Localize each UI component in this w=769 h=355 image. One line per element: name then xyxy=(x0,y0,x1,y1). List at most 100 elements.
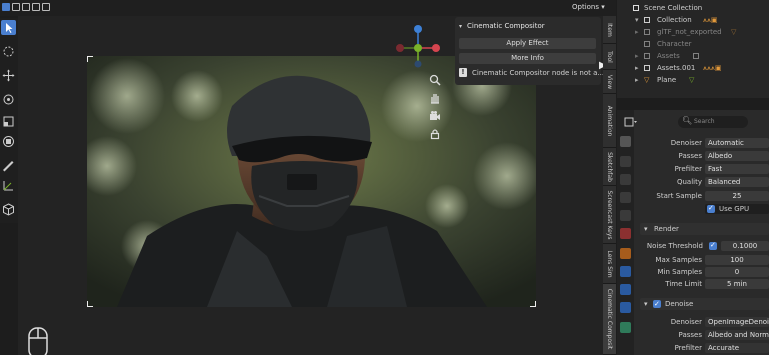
denoise-section-header[interactable]: ▾ Denoise xyxy=(640,298,769,310)
outliner-row[interactable]: ▸ Assets.001 ⩚⩚⩚▣ xyxy=(617,62,769,74)
data-tab-icon[interactable] xyxy=(620,322,631,333)
tab-item[interactable]: Item xyxy=(603,16,616,44)
properties-tabs xyxy=(617,110,634,355)
scene-collection-icon xyxy=(633,5,639,11)
frame-corner xyxy=(530,301,536,307)
frame-corner xyxy=(87,56,93,62)
noise-threshold-field[interactable]: 0.1000 xyxy=(721,241,769,251)
editor-type-icon[interactable] xyxy=(624,116,638,128)
camera-view-icon[interactable] xyxy=(428,109,442,123)
outliner-row[interactable]: ▸ ▽ Plane ▽ xyxy=(617,74,769,86)
start-sample-row: Start Sample 25 xyxy=(634,191,769,202)
collection-icon xyxy=(644,53,650,59)
output-tab-icon[interactable] xyxy=(620,174,631,185)
denoise-prefilter-select[interactable]: Accurate xyxy=(705,343,769,353)
denoise-passes-select[interactable]: Albedo and Norm xyxy=(705,330,769,340)
select-intersect-icon[interactable] xyxy=(42,3,50,11)
object-icon: ▽ xyxy=(731,28,737,36)
tab-view[interactable]: View xyxy=(603,70,616,94)
render-section-header[interactable]: ▾ Render xyxy=(640,223,769,235)
modifier-tab-icon[interactable] xyxy=(620,266,631,277)
quality-select[interactable]: Balanced xyxy=(705,177,769,187)
neg-x-axis-icon xyxy=(396,44,404,52)
tab-tool[interactable]: Tool xyxy=(603,44,616,70)
time-limit-field[interactable]: 5 min xyxy=(705,279,769,289)
select-invert-icon[interactable] xyxy=(32,3,40,11)
tab-sketchfab[interactable]: Sketchfab xyxy=(603,148,616,186)
denoise-prefilter-row: Prefilter Accurate xyxy=(634,343,769,354)
denoise-checkbox[interactable] xyxy=(653,298,661,310)
navigation-gizmo[interactable] xyxy=(390,22,450,72)
select-extend-icon[interactable] xyxy=(12,3,20,11)
outliner-row[interactable]: Character xyxy=(617,38,769,50)
expand-arrow-icon[interactable]: ▾ xyxy=(635,14,639,26)
passes-row: Passes Albedo xyxy=(634,151,769,162)
particles-tab-icon[interactable] xyxy=(620,284,631,295)
min-samples-field[interactable]: 0 xyxy=(705,267,769,277)
start-sample-field[interactable]: 25 xyxy=(705,191,769,201)
object-icons: ⩚⩚▣ xyxy=(703,16,718,24)
tab-animation[interactable]: Animation xyxy=(603,94,616,148)
apply-effect-button[interactable]: Apply Effect xyxy=(459,38,596,49)
outliner-row[interactable]: ▸ glTF_not_exported ▽ xyxy=(617,26,769,38)
expand-arrow-icon[interactable]: ▸ xyxy=(635,50,639,62)
quality-row: Quality Balanced xyxy=(634,177,769,188)
cursor-tool-icon[interactable] xyxy=(1,44,16,59)
more-info-button[interactable]: More Info xyxy=(459,53,596,64)
scene-tab-icon[interactable] xyxy=(620,210,631,221)
frame-corner xyxy=(87,301,93,307)
annotate-tool-icon[interactable] xyxy=(1,158,16,173)
render-preview xyxy=(87,56,536,307)
zoom-icon[interactable] xyxy=(428,73,442,87)
search-icon: 🔍︎ xyxy=(682,116,693,125)
max-samples-field[interactable]: 100 xyxy=(705,255,769,265)
expand-arrow-icon[interactable]: ▸ xyxy=(635,26,639,38)
expand-arrow-icon[interactable]: ▸ xyxy=(635,74,639,86)
world-tab-icon[interactable] xyxy=(620,228,631,239)
select-mode-icon[interactable] xyxy=(2,3,10,11)
tab-lens-sim[interactable]: Lens Sim xyxy=(603,244,616,284)
select-subtract-icon[interactable] xyxy=(22,3,30,11)
x-axis-icon xyxy=(432,44,440,52)
mesh-data-icon: ▽ xyxy=(689,76,695,84)
outliner-row[interactable]: ▸ Assets xyxy=(617,50,769,62)
render-tab-icon[interactable] xyxy=(620,156,631,167)
prefilter-select[interactable]: Fast xyxy=(705,164,769,174)
denoiser-row: Denoiser Automatic xyxy=(634,138,769,149)
panel-title: Cinematic Compositor xyxy=(467,22,545,30)
view-layer-tab-icon[interactable] xyxy=(620,192,631,203)
expand-arrow-icon[interactable]: ▸ xyxy=(635,62,639,74)
tool-tab-icon[interactable] xyxy=(620,136,631,147)
use-gpu-toggle[interactable]: Use GPU xyxy=(705,204,769,214)
passes-select[interactable]: Albedo xyxy=(705,151,769,161)
prefilter-row: Prefilter Fast xyxy=(634,164,769,175)
measure-tool-icon[interactable] xyxy=(1,178,16,193)
collapse-chevron-icon[interactable]: ▾ xyxy=(459,23,462,30)
tool-shelf xyxy=(0,18,18,223)
search-field[interactable]: 🔍︎ Search xyxy=(678,116,748,128)
physics-tab-icon[interactable] xyxy=(620,302,631,313)
z-axis-icon xyxy=(414,25,422,33)
collapse-chevron-icon: ▾ xyxy=(644,300,648,308)
select-tool-icon[interactable] xyxy=(1,20,16,35)
collection-icon xyxy=(644,65,650,71)
pan-hand-icon[interactable] xyxy=(428,91,442,105)
scale-tool-icon[interactable] xyxy=(1,114,16,129)
transform-tool-icon[interactable] xyxy=(1,134,16,149)
object-tab-icon[interactable] xyxy=(620,248,631,259)
denoise-denoiser-select[interactable]: OpenImageDenoi xyxy=(705,317,769,327)
time-limit-row: Time Limit 5 min xyxy=(634,279,769,290)
tab-screencast-keys[interactable]: Screencast Keys xyxy=(603,186,616,244)
move-tool-icon[interactable] xyxy=(1,68,16,83)
lock-icon[interactable] xyxy=(428,127,442,141)
collection-icon xyxy=(644,29,650,35)
add-cube-tool-icon[interactable] xyxy=(1,202,16,217)
tab-cinematic-compositor[interactable]: Cinematic Composit xyxy=(603,284,616,355)
denoiser-select[interactable]: Automatic xyxy=(705,138,769,148)
noise-threshold-checkbox[interactable] xyxy=(709,240,717,251)
outliner-row[interactable]: ▾ Collection ⩚⩚▣ xyxy=(617,14,769,26)
options-dropdown[interactable]: Options xyxy=(572,3,605,11)
viewport-header: Options xyxy=(0,0,616,16)
rotate-tool-icon[interactable] xyxy=(1,92,16,107)
outliner-row[interactable]: Scene Collection xyxy=(617,2,769,14)
